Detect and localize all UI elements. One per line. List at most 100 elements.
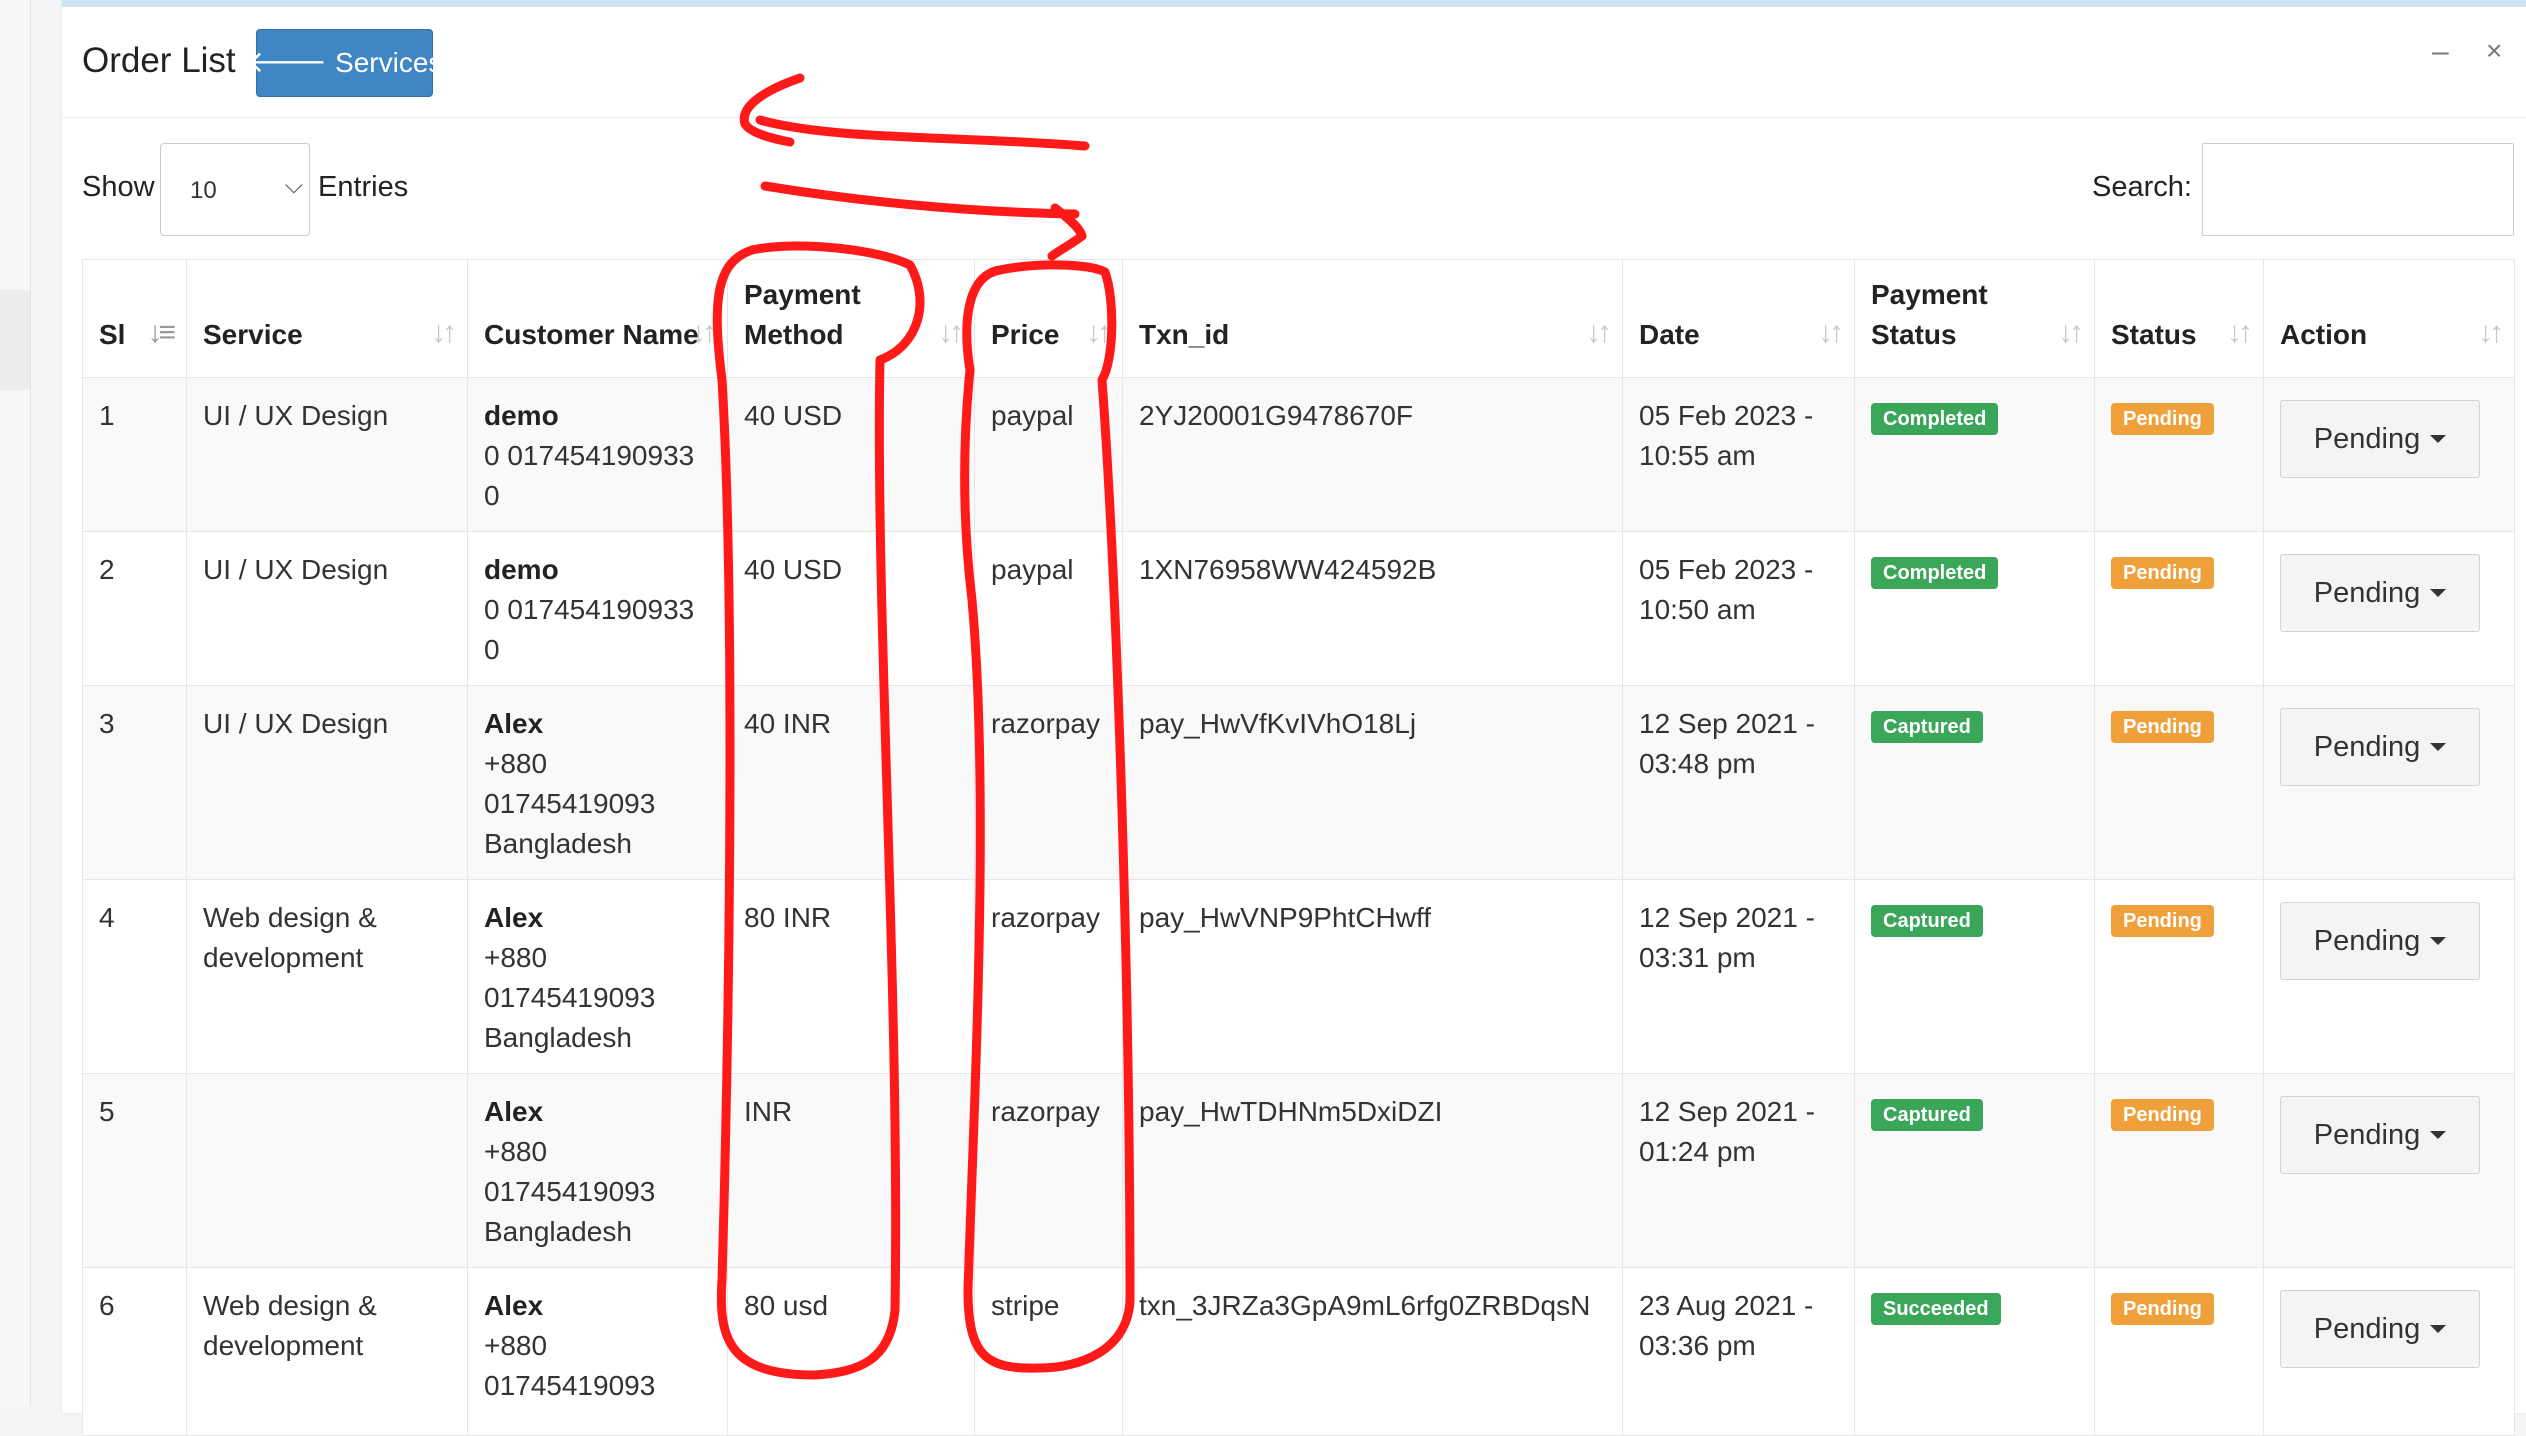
column-header-date[interactable]: Date ↓↑ bbox=[1622, 259, 1855, 378]
column-header-action[interactable]: Action ↓↑ bbox=[2263, 259, 2515, 378]
status-badge: Pending bbox=[2111, 905, 2214, 937]
customer-phone: +880 01745419093 bbox=[484, 942, 656, 1013]
status-dropdown-button[interactable]: Pending bbox=[2280, 708, 2480, 786]
cell-service: Web design & development bbox=[186, 1267, 468, 1436]
table-row: 3 UI / UX Design Alex +880 01745419093 Ban… bbox=[82, 685, 2515, 880]
cell-sl: 3 bbox=[82, 685, 187, 880]
sort-icon: ↓↑ bbox=[1818, 316, 1844, 349]
cell-service: UI / UX Design bbox=[186, 531, 468, 686]
column-header-label: Txn_id bbox=[1139, 319, 1230, 350]
sort-icon: ↓↑ bbox=[1586, 316, 1612, 349]
customer-name: Alex bbox=[484, 902, 544, 933]
date-text: 23 Aug 2021 - bbox=[1639, 1290, 1814, 1321]
column-header-payment-status[interactable]: Payment Status ↓↑ bbox=[1854, 259, 2095, 378]
customer-country: Bangladesh bbox=[484, 1216, 632, 1247]
payment-status-badge: Completed bbox=[1871, 403, 1999, 435]
status-dropdown-button[interactable]: Pending bbox=[2280, 1096, 2480, 1174]
cell-payment-method: 80 usd bbox=[727, 1267, 975, 1436]
payment-status-badge: Captured bbox=[1871, 711, 1983, 743]
search-input[interactable] bbox=[2202, 143, 2514, 236]
status-badge: Pending bbox=[2111, 1293, 2214, 1325]
customer-name: Alex bbox=[484, 1290, 544, 1321]
column-header-label: Payment Method bbox=[744, 279, 861, 350]
cell-date: 12 Sep 2021 - 01:24 pm bbox=[1622, 1073, 1855, 1268]
payment-status-badge: Captured bbox=[1871, 1099, 1983, 1131]
status-dropdown-button[interactable]: Pending bbox=[2280, 902, 2480, 980]
status-dropdown-button[interactable]: Pending bbox=[2280, 400, 2480, 478]
cell-payment-method: 80 INR bbox=[727, 879, 975, 1074]
cell-sl: 4 bbox=[82, 879, 187, 1074]
cell-service: Web design & development bbox=[186, 879, 468, 1074]
cell-date: 12 Sep 2021 - 03:31 pm bbox=[1622, 879, 1855, 1074]
cell-txn-id: pay_HwTDHNm5DxiDZI bbox=[1122, 1073, 1623, 1268]
date-text: 12 Sep 2021 - bbox=[1639, 1096, 1815, 1127]
cell-payment-method: 40 USD bbox=[727, 377, 975, 532]
cell-status: Pending bbox=[2094, 377, 2264, 532]
cell-sl: 6 bbox=[82, 1267, 187, 1436]
cell-sl: 5 bbox=[82, 1073, 187, 1268]
cell-service bbox=[186, 1073, 468, 1268]
cell-txn-id: txn_3JRZa3GpA9mL6rfg0ZRBDqsN bbox=[1122, 1267, 1623, 1436]
sort-icon: ↓↑ bbox=[691, 316, 717, 349]
customer-phone: 0 017454190933 bbox=[484, 440, 695, 471]
column-header-sl[interactable]: Sl ↓≡ bbox=[82, 259, 187, 378]
status-badge: Pending bbox=[2111, 711, 2214, 743]
customer-name: Alex bbox=[484, 1096, 544, 1127]
caret-down-icon bbox=[2430, 1325, 2447, 1333]
cell-service: UI / UX Design bbox=[186, 685, 468, 880]
minimize-icon[interactable]: – bbox=[2432, 35, 2449, 69]
time-text: 10:50 am bbox=[1639, 594, 1756, 625]
time-text: 10:55 am bbox=[1639, 440, 1756, 471]
customer-phone: +880 01745419093 bbox=[484, 1330, 656, 1401]
cell-payment-status: Completed bbox=[1854, 531, 2095, 686]
entries-select[interactable]: 10 ⌵ bbox=[160, 143, 310, 236]
time-text: 03:31 pm bbox=[1639, 942, 1756, 973]
table-row: 5 Alex +880 01745419093 Bangladesh INR raz… bbox=[82, 1073, 2515, 1268]
cell-action: Pending bbox=[2263, 377, 2515, 532]
close-icon[interactable]: × bbox=[2486, 35, 2502, 67]
cell-action: Pending bbox=[2263, 1267, 2515, 1436]
column-header-label: Customer Name bbox=[484, 319, 699, 350]
column-header-status[interactable]: Status ↓↑ bbox=[2094, 259, 2264, 378]
table-row: 6 Web design & development Alex +880 0174… bbox=[82, 1267, 2515, 1436]
cell-price: stripe bbox=[974, 1267, 1123, 1436]
show-label: Show bbox=[82, 171, 155, 203]
status-dropdown-button[interactable]: Pending bbox=[2280, 554, 2480, 632]
cell-action: Pending bbox=[2263, 879, 2515, 1074]
caret-down-icon bbox=[2430, 1131, 2447, 1139]
customer-country: 0 bbox=[484, 480, 500, 511]
customer-name: demo bbox=[484, 400, 559, 431]
caret-down-icon bbox=[2430, 589, 2447, 597]
table-row: 1 UI / UX Design demo 0 017454190933 0 40 … bbox=[82, 377, 2515, 532]
table-row: 4 Web design & development Alex +880 0174… bbox=[82, 879, 2515, 1074]
cell-customer: Alex +880 01745419093 Bangladesh bbox=[467, 685, 728, 880]
sort-icon: ↓↑ bbox=[1086, 316, 1112, 349]
sort-icon: ↓↑ bbox=[2227, 316, 2253, 349]
column-header-label: Action bbox=[2280, 319, 2368, 350]
column-header-payment-method[interactable]: Payment Method ↓↑ bbox=[727, 259, 975, 378]
column-header-label: Status bbox=[2111, 319, 2197, 350]
payment-status-badge: Captured bbox=[1871, 905, 1983, 937]
cell-payment-status: Captured bbox=[1854, 1073, 2095, 1268]
cell-status: Pending bbox=[2094, 1267, 2264, 1436]
column-header-txn-id[interactable]: Txn_id ↓↑ bbox=[1122, 259, 1623, 378]
column-header-label: Sl bbox=[99, 319, 126, 350]
column-header-label: Date bbox=[1639, 319, 1700, 350]
cell-status: Pending bbox=[2094, 685, 2264, 880]
arrow-left-icon: 🡐 bbox=[246, 46, 328, 79]
page-title: Order List bbox=[82, 41, 236, 80]
cell-status: Pending bbox=[2094, 531, 2264, 686]
time-text: 01:24 pm bbox=[1639, 1136, 1756, 1167]
column-header-price[interactable]: Price ↓↑ bbox=[974, 259, 1123, 378]
status-dropdown-label: Pending bbox=[2313, 731, 2421, 763]
status-badge: Pending bbox=[2111, 557, 2214, 589]
cell-date: 12 Sep 2021 - 03:48 pm bbox=[1622, 685, 1855, 880]
cell-txn-id: 1XN76958WW424592B bbox=[1122, 531, 1623, 686]
status-dropdown-label: Pending bbox=[2313, 1119, 2421, 1151]
column-header-customer-name[interactable]: Customer Name ↓↑ bbox=[467, 259, 728, 378]
status-dropdown-button[interactable]: Pending bbox=[2280, 1290, 2480, 1368]
column-header-service[interactable]: Service ↓↑ bbox=[186, 259, 468, 378]
services-button[interactable]: 🡐 Services bbox=[247, 29, 442, 97]
customer-phone: +880 01745419093 bbox=[484, 748, 656, 819]
orders-table: Sl ↓≡ Service ↓↑ Customer Name ↓↑ Payment M… bbox=[82, 259, 2515, 1436]
